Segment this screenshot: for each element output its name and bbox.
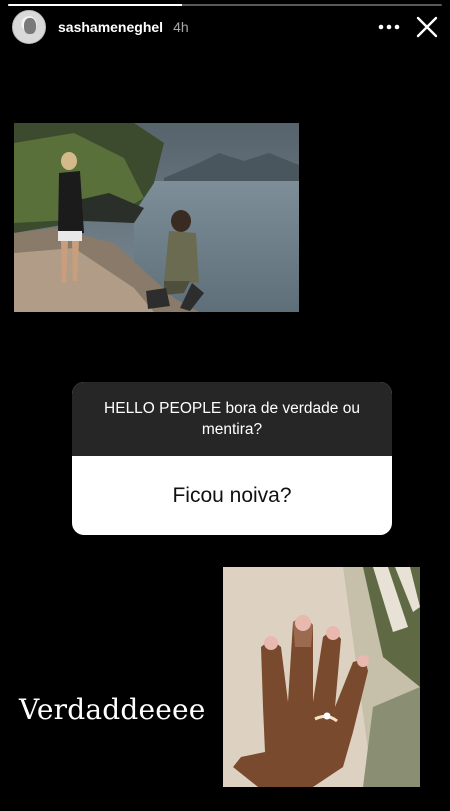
proposal-photo — [14, 123, 299, 312]
story-progress-bar — [8, 4, 442, 6]
response-text: Verdaddeeee — [19, 693, 206, 726]
avatar[interactable] — [12, 10, 46, 44]
question-sticker[interactable]: HELLO PEOPLE bora de verdade ou mentira?… — [72, 382, 392, 535]
question-prompt: HELLO PEOPLE bora de verdade ou mentira? — [72, 382, 392, 456]
ring-hand-photo — [223, 567, 420, 787]
story-header: sashameneghel 4h — [12, 10, 440, 44]
more-options-icon[interactable] — [376, 14, 402, 40]
post-time: 4h — [173, 19, 189, 35]
question-answer: Ficou noiva? — [172, 483, 292, 507]
username[interactable]: sashameneghel — [58, 19, 163, 35]
close-icon[interactable] — [414, 14, 440, 40]
story-progress-fill — [8, 4, 182, 6]
